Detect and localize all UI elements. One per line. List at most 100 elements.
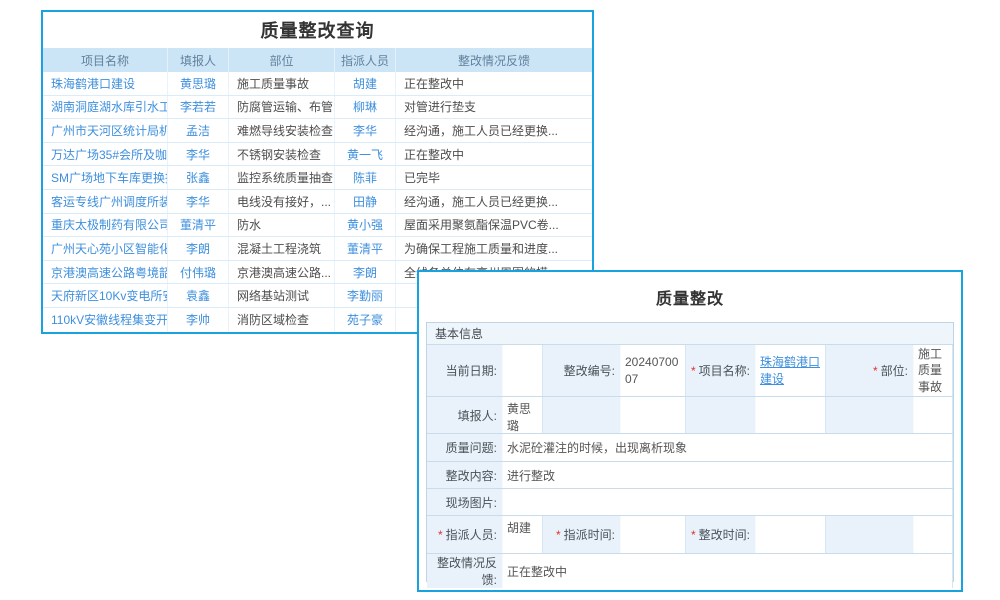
query-table-header: 项目名称 填报人 部位 指派人员 整改情况反馈 xyxy=(43,48,592,72)
required-asterisk: * xyxy=(691,364,696,378)
assignee-link[interactable]: 陈菲 xyxy=(335,166,396,189)
project-link[interactable]: 110kV安徽线程集变开断线 xyxy=(43,308,168,332)
table-row: 珠海鹤港口建设 黄思璐 施工质量事故 胡建 正在整改中 xyxy=(43,72,592,96)
column-header-location: 部位 xyxy=(229,48,335,72)
location-cell: 难燃导线安装检查 xyxy=(229,119,335,142)
feedback-cell: 对管进行垫支 xyxy=(396,96,592,119)
site-photo-field[interactable] xyxy=(503,489,953,515)
assignee-link[interactable]: 黄小强 xyxy=(335,214,396,237)
reporter-field[interactable]: 黄思璐 xyxy=(503,397,543,433)
project-link[interactable]: SM广场地下车库更换摄像头 xyxy=(43,166,168,189)
feedback-label: 整改情况反馈: xyxy=(427,554,503,588)
reporter-link[interactable]: 张鑫 xyxy=(168,166,229,189)
quality-rectification-detail-panel: 质量整改 基本信息 当前日期: 整改编号: 2024070007 *项目名称: … xyxy=(417,270,963,592)
table-row: 广州天心苑小区智能化系统 李朗 混凝土工程浇筑 董清平 为确保工程施工质量和进度… xyxy=(43,237,592,261)
location-field[interactable]: 施工质量事故 xyxy=(914,345,953,396)
rectification-content-field[interactable]: 进行整改 xyxy=(503,462,953,488)
reporter-link[interactable]: 李华 xyxy=(168,190,229,213)
required-asterisk: * xyxy=(556,528,561,542)
feedback-cell: 经沟通，施工人员已经更换... xyxy=(396,190,592,213)
form-row: 整改情况反馈: 正在整改中 xyxy=(427,554,953,588)
location-cell: 网络基站测试 xyxy=(229,284,335,307)
feedback-field[interactable]: 正在整改中 xyxy=(503,554,953,588)
reporter-link[interactable]: 孟洁 xyxy=(168,119,229,142)
current-date-field[interactable] xyxy=(503,345,543,396)
location-cell: 消防区域检查 xyxy=(229,308,335,332)
location-cell: 防水 xyxy=(229,214,335,237)
feedback-cell: 正在整改中 xyxy=(396,143,592,166)
location-cell: 混凝土工程浇筑 xyxy=(229,237,335,260)
assign-time-field[interactable] xyxy=(621,516,686,553)
assign-time-label: *指派时间: xyxy=(543,516,621,553)
empty-field[interactable] xyxy=(621,397,686,433)
reporter-link[interactable]: 李帅 xyxy=(168,308,229,332)
quality-issue-field[interactable]: 水泥砼灌注的时候，出现离析现象 xyxy=(503,434,953,461)
table-row: 湖南洞庭湖水库引水工程施工 李若若 防腐管运输、布管 柳琳 对管进行垫支 xyxy=(43,96,592,120)
reporter-link[interactable]: 李华 xyxy=(168,143,229,166)
table-row: SM广场地下车库更换摄像头 张鑫 监控系统质量抽查 陈菲 已完毕 xyxy=(43,166,592,190)
location-label: *部位: xyxy=(826,345,914,396)
assignee-label: *指派人员: xyxy=(427,516,503,553)
project-link[interactable]: 客运专线广州调度所装修项目 xyxy=(43,190,168,213)
empty-field[interactable] xyxy=(756,397,826,433)
assignee-link[interactable]: 黄一飞 xyxy=(335,143,396,166)
reporter-label: 填报人: xyxy=(427,397,503,433)
feedback-cell: 为确保工程施工质量和进度... xyxy=(396,237,592,260)
reporter-link[interactable]: 袁鑫 xyxy=(168,284,229,307)
empty-field[interactable] xyxy=(914,516,953,553)
location-cell: 监控系统质量抽查 xyxy=(229,166,335,189)
project-link[interactable]: 广州市天河区统计局机房改造 xyxy=(43,119,168,142)
form-row: *指派人员: 胡建 *指派时间: *整改时间: xyxy=(427,516,953,554)
column-header-reporter: 填报人 xyxy=(168,48,229,72)
project-name-label: *项目名称: xyxy=(686,345,756,396)
assignee-link[interactable]: 董清平 xyxy=(335,237,396,260)
project-link[interactable]: 珠海鹤港口建设 xyxy=(43,72,168,95)
location-cell: 电线没有接好，... xyxy=(229,190,335,213)
project-link[interactable]: 湖南洞庭湖水库引水工程施工 xyxy=(43,96,168,119)
fix-time-label: *整改时间: xyxy=(686,516,756,553)
column-header-project: 项目名称 xyxy=(43,48,168,72)
location-cell: 不锈钢安装检查 xyxy=(229,143,335,166)
reporter-link[interactable]: 黄思璐 xyxy=(168,72,229,95)
table-row: 客运专线广州调度所装修项目 李华 电线没有接好，... 田静 经沟通，施工人员已… xyxy=(43,190,592,214)
location-cell: 施工质量事故 xyxy=(229,72,335,95)
location-cell: 防腐管运输、布管 xyxy=(229,96,335,119)
project-link[interactable]: 重庆太极制药有限公司亳州 xyxy=(43,214,168,237)
project-link[interactable]: 珠海鹤港口建设 xyxy=(760,354,821,388)
reporter-link[interactable]: 付伟璐 xyxy=(168,261,229,284)
assignee-link[interactable]: 李朗 xyxy=(335,261,396,284)
assignee-link[interactable]: 田静 xyxy=(335,190,396,213)
project-name-field[interactable]: 珠海鹤港口建设 xyxy=(756,345,826,396)
feedback-cell: 屋面采用聚氨酯保温PVC卷... xyxy=(396,214,592,237)
feedback-cell: 正在整改中 xyxy=(396,72,592,95)
form-row: 填报人: 黄思璐 xyxy=(427,397,953,434)
form-row: 当前日期: 整改编号: 2024070007 *项目名称: 珠海鹤港口建设 *部… xyxy=(427,345,953,397)
fix-time-field[interactable] xyxy=(756,516,826,553)
section-header-basic-info: 基本信息 xyxy=(427,323,953,345)
assignee-field[interactable]: 胡建 xyxy=(503,516,543,553)
column-header-assignee: 指派人员 xyxy=(335,48,396,72)
quality-issue-label: 质量问题: xyxy=(427,434,503,461)
form-row: 现场图片: xyxy=(427,489,953,516)
reporter-link[interactable]: 董清平 xyxy=(168,214,229,237)
required-asterisk: * xyxy=(691,528,696,542)
assignee-link[interactable]: 柳琳 xyxy=(335,96,396,119)
assignee-link[interactable]: 苑子豪 xyxy=(335,308,396,332)
project-link[interactable]: 京港澳高速公路粤境韶关至 xyxy=(43,261,168,284)
required-asterisk: * xyxy=(873,364,878,378)
feedback-cell: 经沟通，施工人员已经更换... xyxy=(396,119,592,142)
project-link[interactable]: 广州天心苑小区智能化系统 xyxy=(43,237,168,260)
project-link[interactable]: 天府新区10Kv变电所安装工程 xyxy=(43,284,168,307)
reporter-link[interactable]: 李若若 xyxy=(168,96,229,119)
assignee-link[interactable]: 胡建 xyxy=(335,72,396,95)
feedback-cell: 已完毕 xyxy=(396,166,592,189)
empty-field[interactable] xyxy=(914,397,953,433)
reporter-link[interactable]: 李朗 xyxy=(168,237,229,260)
project-link[interactable]: 万达广场35#会所及咖啡厅 xyxy=(43,143,168,166)
assignee-link[interactable]: 李勤丽 xyxy=(335,284,396,307)
assignee-link[interactable]: 李华 xyxy=(335,119,396,142)
table-row: 重庆太极制药有限公司亳州 董清平 防水 黄小强 屋面采用聚氨酯保温PVC卷... xyxy=(43,214,592,238)
empty-label xyxy=(826,516,914,553)
column-header-feedback: 整改情况反馈 xyxy=(396,48,592,72)
rectification-code-field[interactable]: 2024070007 xyxy=(621,345,686,396)
